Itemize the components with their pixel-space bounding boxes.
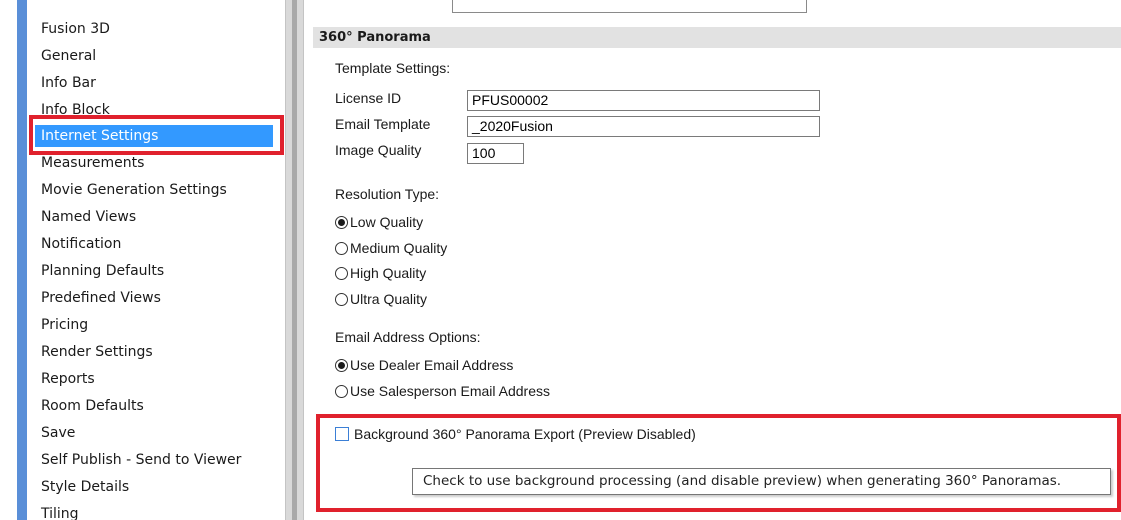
email-options-label: Email Address Options: <box>335 329 481 345</box>
sidebar-item-movie-generation-settings[interactable]: Movie Generation Settings <box>41 179 227 201</box>
left-accent-bar <box>17 0 27 520</box>
image-quality-label: Image Quality <box>335 142 422 158</box>
radio-medium-quality[interactable]: Medium Quality <box>335 239 447 257</box>
sidebar-item-save[interactable]: Save <box>41 422 75 444</box>
radio-label: Low Quality <box>350 214 424 230</box>
email-template-label: Email Template <box>335 116 431 132</box>
sidebar-item-render-settings[interactable]: Render Settings <box>41 341 153 363</box>
sidebar-item-self-publish[interactable]: Self Publish - Send to Viewer <box>41 449 241 471</box>
sidebar-item-pricing[interactable]: Pricing <box>41 314 88 336</box>
sidebar-item-general[interactable]: General <box>41 45 96 67</box>
radio-button[interactable] <box>335 241 348 255</box>
radio-button[interactable] <box>335 292 348 306</box>
selection-highlight-outline <box>29 115 284 155</box>
settings-category-list[interactable]: … Fusion 3D General Info Bar Info Block … <box>27 0 285 520</box>
radio-dealer-email[interactable]: Use Dealer Email Address <box>335 356 513 374</box>
sidebar-item-tiling[interactable]: Tiling <box>41 503 79 520</box>
sidebar-item-info-bar[interactable]: Info Bar <box>41 72 96 94</box>
panel-splitter[interactable] <box>285 0 304 520</box>
sidebar-item-predefined-views[interactable]: Predefined Views <box>41 287 161 309</box>
radio-label: Ultra Quality <box>350 291 428 307</box>
sidebar-item-named-views[interactable]: Named Views <box>41 206 136 228</box>
image-quality-field[interactable]: 100 <box>467 143 524 164</box>
background-export-checkbox[interactable] <box>335 427 349 441</box>
sidebar-item-style-details[interactable]: Style Details <box>41 476 129 498</box>
radio-salesperson-email[interactable]: Use Salesperson Email Address <box>335 382 550 400</box>
radio-label: Medium Quality <box>350 240 448 256</box>
radio-label: Use Dealer Email Address <box>350 357 514 373</box>
sidebar-item-reports[interactable]: Reports <box>41 368 95 390</box>
splitter-grip[interactable] <box>292 0 297 520</box>
license-id-field[interactable]: PFUS00002 <box>467 90 820 111</box>
sidebar-item-cut-off[interactable]: … <box>41 0 55 6</box>
radio-low-quality[interactable]: Low Quality <box>335 213 423 231</box>
sidebar-item-notification[interactable]: Notification <box>41 233 121 255</box>
radio-high-quality[interactable]: High Quality <box>335 264 426 282</box>
radio-button-checked[interactable] <box>335 358 348 372</box>
sidebar-item-planning-defaults[interactable]: Planning Defaults <box>41 260 164 282</box>
tooltip: Check to use background processing (and … <box>412 468 1111 495</box>
sidebar-item-room-defaults[interactable]: Room Defaults <box>41 395 144 417</box>
background-export-label: Background 360° Panorama Export (Preview… <box>354 426 696 442</box>
sidebar-item-fusion-3d[interactable]: Fusion 3D <box>41 18 110 40</box>
radio-button[interactable] <box>335 266 348 280</box>
section-header: 360° Panorama <box>313 27 1121 48</box>
background-export-option[interactable]: Background 360° Panorama Export (Preview… <box>335 426 696 442</box>
resolution-type-label: Resolution Type: <box>335 186 440 202</box>
license-id-label: License ID <box>335 90 402 106</box>
radio-button-checked[interactable] <box>335 215 348 229</box>
radio-label: Use Salesperson Email Address <box>350 383 550 399</box>
sidebar-item-measurements[interactable]: Measurements <box>41 152 144 174</box>
email-template-field[interactable]: _2020Fusion <box>467 116 820 137</box>
template-settings-label: Template Settings: <box>335 60 451 76</box>
left-edge <box>0 0 27 520</box>
radio-label: High Quality <box>350 265 427 281</box>
radio-ultra-quality[interactable]: Ultra Quality <box>335 290 427 308</box>
radio-button[interactable] <box>335 384 348 398</box>
previous-field-cutoff[interactable] <box>452 0 807 13</box>
